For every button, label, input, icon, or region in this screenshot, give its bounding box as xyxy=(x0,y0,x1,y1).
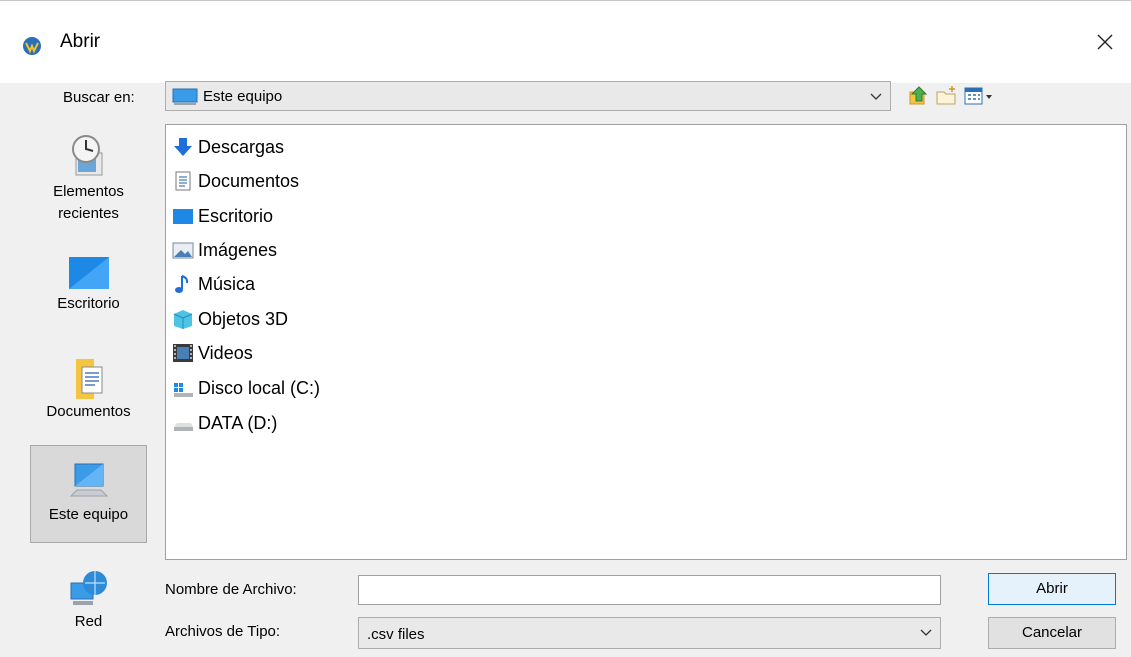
list-item[interactable]: DATA (D:) xyxy=(172,408,277,438)
look-in-value: Este equipo xyxy=(203,88,283,105)
file-name-input[interactable] xyxy=(358,575,941,605)
chevron-down-icon xyxy=(920,629,932,636)
cancel-button[interactable]: Cancelar xyxy=(988,617,1116,649)
list-item[interactable]: Imágenes xyxy=(172,235,277,265)
look-in-label: Buscar en: xyxy=(63,89,135,106)
file-name: Descargas xyxy=(198,136,285,157)
file-name: DATA (D:) xyxy=(198,412,278,433)
new-folder-icon[interactable] xyxy=(934,83,960,109)
computer-icon xyxy=(69,463,108,497)
title-bar: Abrir xyxy=(0,1,1131,83)
list-item[interactable]: Videos xyxy=(172,338,253,368)
list-item[interactable]: Disco local (C:) xyxy=(172,373,320,403)
desktop-icon xyxy=(173,209,193,224)
network-icon xyxy=(70,571,107,605)
place-label: Escritorio xyxy=(57,295,120,312)
open-button[interactable]: Abrir xyxy=(988,573,1116,605)
file-name: Escritorio xyxy=(198,205,274,226)
file-name: Objetos 3D xyxy=(198,308,289,329)
desktop-icon xyxy=(68,257,109,289)
place-label: Este equipo xyxy=(48,506,129,523)
music-icon xyxy=(175,275,189,293)
recent-items-icon xyxy=(71,135,102,176)
file-name: Documentos xyxy=(198,170,300,191)
file-type-value: .csv files xyxy=(367,626,425,643)
place-this-pc[interactable]: Este equipo xyxy=(30,445,147,543)
place-label: Red xyxy=(74,613,103,630)
file-type-combobox[interactable]: .csv files xyxy=(358,617,941,649)
list-item[interactable]: Música xyxy=(172,269,255,299)
chevron-down-icon xyxy=(870,93,882,100)
app-icon xyxy=(23,37,41,55)
list-item[interactable]: Escritorio xyxy=(172,201,273,231)
file-list[interactable]: Descargas Documentos Escritorio Imágenes xyxy=(165,124,1127,560)
videos-icon xyxy=(173,344,193,362)
file-name: Disco local (C:) xyxy=(198,377,321,398)
file-name: Videos xyxy=(198,342,253,363)
up-folder-icon[interactable] xyxy=(906,83,932,109)
documents-icon xyxy=(75,359,102,399)
place-label: Documentos xyxy=(46,403,131,420)
file-type-label: Archivos de Tipo: xyxy=(165,623,281,640)
place-documents[interactable]: Documentos xyxy=(30,353,147,433)
pictures-icon xyxy=(172,242,194,259)
list-item[interactable]: Descargas xyxy=(172,132,284,162)
list-item[interactable]: Documentos xyxy=(172,166,299,196)
list-item[interactable]: Objetos 3D xyxy=(172,304,288,334)
place-recent-items[interactable]: Elementos recientes xyxy=(30,131,147,241)
downloads-icon xyxy=(174,138,192,156)
view-menu-icon[interactable] xyxy=(962,83,1002,109)
computer-icon xyxy=(172,88,198,105)
documents-icon xyxy=(175,171,191,191)
window-title: Abrir xyxy=(60,31,101,52)
file-name-label: Nombre de Archivo: xyxy=(165,581,297,598)
file-name: Imágenes xyxy=(198,239,278,260)
places-bar: Elementos recientes Escritorio Documento… xyxy=(0,123,160,657)
file-name: Música xyxy=(198,273,256,294)
place-network[interactable]: Red xyxy=(30,567,147,647)
close-icon[interactable] xyxy=(1090,27,1120,57)
open-file-dialog: Abrir Buscar en: Este equipo Elementos r… xyxy=(0,0,1131,657)
local-disk-icon xyxy=(174,383,193,397)
place-desktop[interactable]: Escritorio xyxy=(30,253,147,333)
place-label: recientes xyxy=(58,205,119,222)
drive-icon xyxy=(174,423,193,431)
look-in-combobox[interactable]: Este equipo xyxy=(165,81,891,111)
place-label: Elementos xyxy=(53,183,124,200)
3d-objects-icon xyxy=(173,310,193,329)
